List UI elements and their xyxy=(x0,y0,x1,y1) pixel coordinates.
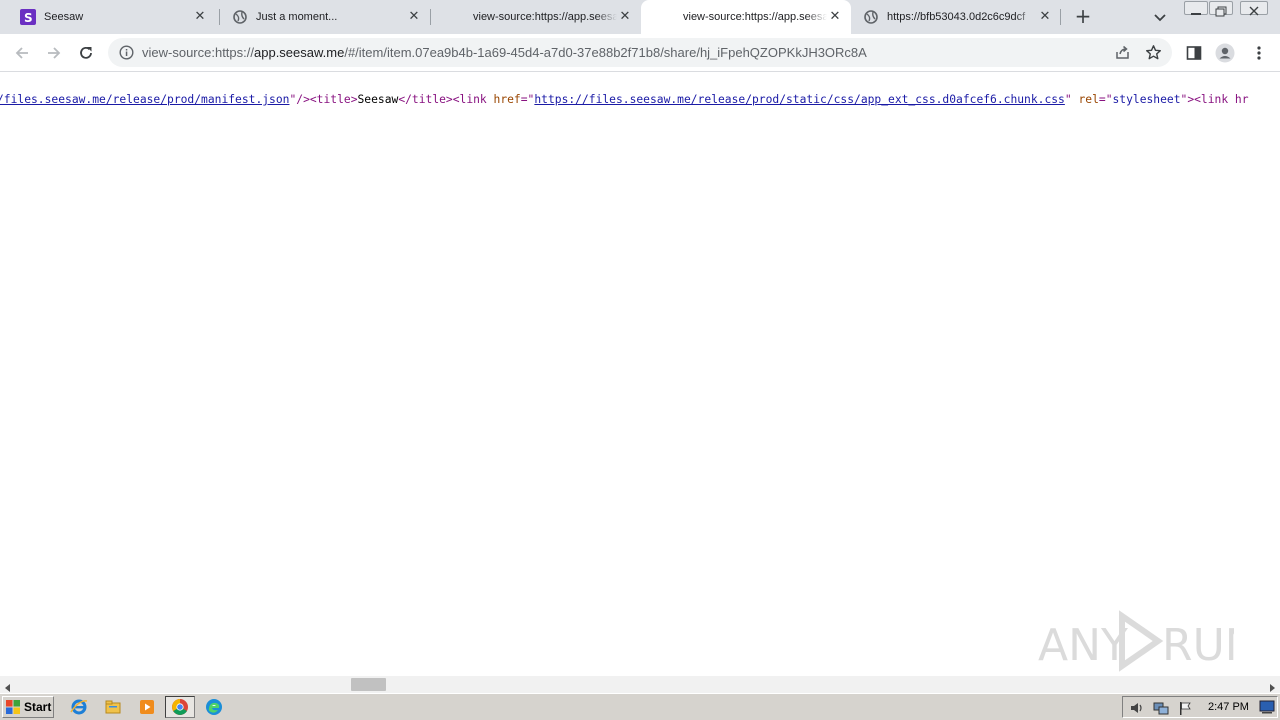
address-bar[interactable]: view-source:https://app.seesaw.me/#/item… xyxy=(108,38,1172,67)
close-icon[interactable]: ✕ xyxy=(1037,9,1053,25)
taskbar: Start 2:47 PM xyxy=(0,693,1280,720)
system-tray xyxy=(1122,696,1278,718)
watermark-text-left: ANY xyxy=(1038,620,1128,671)
code-token: href xyxy=(493,93,521,106)
close-icon[interactable]: ✕ xyxy=(192,9,208,25)
scroll-right-arrow-icon[interactable] xyxy=(1266,679,1278,692)
globe-icon xyxy=(232,9,248,25)
code-token: =" xyxy=(520,93,535,106)
code-token: Seesaw xyxy=(357,93,399,106)
tab-just-a-moment[interactable]: Just a moment... ✕ xyxy=(220,0,430,34)
code-token: =" xyxy=(1098,93,1113,106)
back-button[interactable] xyxy=(11,42,33,64)
tab-title: Just a moment... xyxy=(256,11,338,23)
blank-favicon xyxy=(455,9,465,25)
volume-icon[interactable] xyxy=(1129,700,1145,716)
file-explorer-icon[interactable] xyxy=(104,698,122,716)
url-prefix: view-source:https:// xyxy=(142,45,254,60)
css-chunk-link[interactable]: https://files.seesaw.me/release/prod/sta… xyxy=(534,93,1065,106)
profile-avatar-icon[interactable] xyxy=(1215,43,1235,63)
tab-title: https://bfb53043.0d2c6c9dcf xyxy=(887,11,1026,23)
tab-title: view-source:https://app.seesaw.me xyxy=(473,11,617,23)
close-window-button[interactable] xyxy=(1240,1,1268,16)
globe-icon xyxy=(863,9,879,25)
view-source-content: /files.seesaw.me/release/prod/manifest.j… xyxy=(0,72,1280,676)
start-button[interactable]: Start xyxy=(2,696,54,718)
url-text[interactable]: view-source:https://app.seesaw.me/#/item… xyxy=(142,45,867,60)
tab-bfb53043[interactable]: https://bfb53043.0d2c6c9dcf ✕ xyxy=(851,0,1061,34)
close-icon[interactable]: ✕ xyxy=(827,9,843,25)
browser-toolbar: view-source:https://app.seesaw.me/#/item… xyxy=(0,34,1280,72)
chrome-taskbar-button[interactable] xyxy=(165,696,195,718)
share-icon[interactable] xyxy=(1114,44,1131,61)
code-token: /><title> xyxy=(296,93,358,106)
forward-button[interactable] xyxy=(43,42,65,64)
reload-button[interactable] xyxy=(75,42,97,64)
tab-title: view-source:https://app.seesaw.me xyxy=(683,11,827,23)
info-icon[interactable] xyxy=(119,45,134,60)
tab-seesaw[interactable]: S Seesaw ✕ xyxy=(8,0,216,34)
tab-view-source-active[interactable]: view-source:https://app.seesaw.me ✕ xyxy=(641,0,851,34)
svg-text:S: S xyxy=(24,11,33,25)
chevron-down-icon[interactable] xyxy=(1152,9,1168,25)
code-token: </title><link xyxy=(398,93,494,106)
horizontal-scrollbar[interactable] xyxy=(0,676,1280,693)
internet-explorer-icon[interactable] xyxy=(70,698,88,716)
restore-button[interactable] xyxy=(1209,1,1233,17)
tab-separator xyxy=(1060,9,1061,25)
scrollbar-thumb[interactable] xyxy=(351,678,386,691)
watermark-text-right: RUN xyxy=(1162,620,1234,671)
side-panel-icon[interactable] xyxy=(1184,43,1204,63)
tab-view-source-1[interactable]: view-source:https://app.seesaw.me ✕ xyxy=(431,0,641,34)
bookmark-star-icon[interactable] xyxy=(1145,44,1162,61)
url-path: /#/item/item.07ea9b4b-1a69-45d4-a7d0-37e… xyxy=(344,45,867,60)
code-token: " xyxy=(1064,93,1079,106)
action-center-flag-icon[interactable] xyxy=(1177,700,1193,716)
blank-favicon xyxy=(665,9,675,25)
media-player-icon[interactable] xyxy=(138,698,156,716)
show-desktop-icon[interactable] xyxy=(1259,699,1275,715)
tab-title: Seesaw xyxy=(44,11,84,23)
seesaw-logo-icon: S xyxy=(20,9,36,25)
taskbar-clock[interactable]: 2:47 PM xyxy=(1208,701,1249,713)
chrome-icon xyxy=(172,699,188,715)
minimize-button[interactable] xyxy=(1184,1,1208,15)
manifest-link[interactable]: /files.seesaw.me/release/prod/manifest.j… xyxy=(0,93,289,106)
tab-strip: S Seesaw ✕ Just a moment... ✕ view-sourc… xyxy=(0,0,1280,34)
code-token: rel xyxy=(1078,93,1099,106)
start-label: Start xyxy=(24,700,52,714)
new-tab-button[interactable]: + xyxy=(1071,5,1095,29)
url-host: app.seesaw.me xyxy=(254,45,345,60)
source-code-line: /files.seesaw.me/release/prod/manifest.j… xyxy=(0,93,1249,106)
code-token: stylesheet xyxy=(1112,93,1181,106)
network-icon[interactable] xyxy=(1153,700,1169,716)
close-icon[interactable]: ✕ xyxy=(406,9,422,25)
anyrun-watermark: ANY RUN xyxy=(1038,608,1258,674)
scroll-left-arrow-icon[interactable] xyxy=(2,679,14,692)
edge-icon[interactable] xyxy=(205,698,223,716)
close-icon[interactable]: ✕ xyxy=(617,9,633,25)
kebab-menu-icon[interactable] xyxy=(1249,43,1269,63)
windows-flag-icon xyxy=(5,699,21,715)
code-token: ><link hr xyxy=(1187,93,1249,106)
